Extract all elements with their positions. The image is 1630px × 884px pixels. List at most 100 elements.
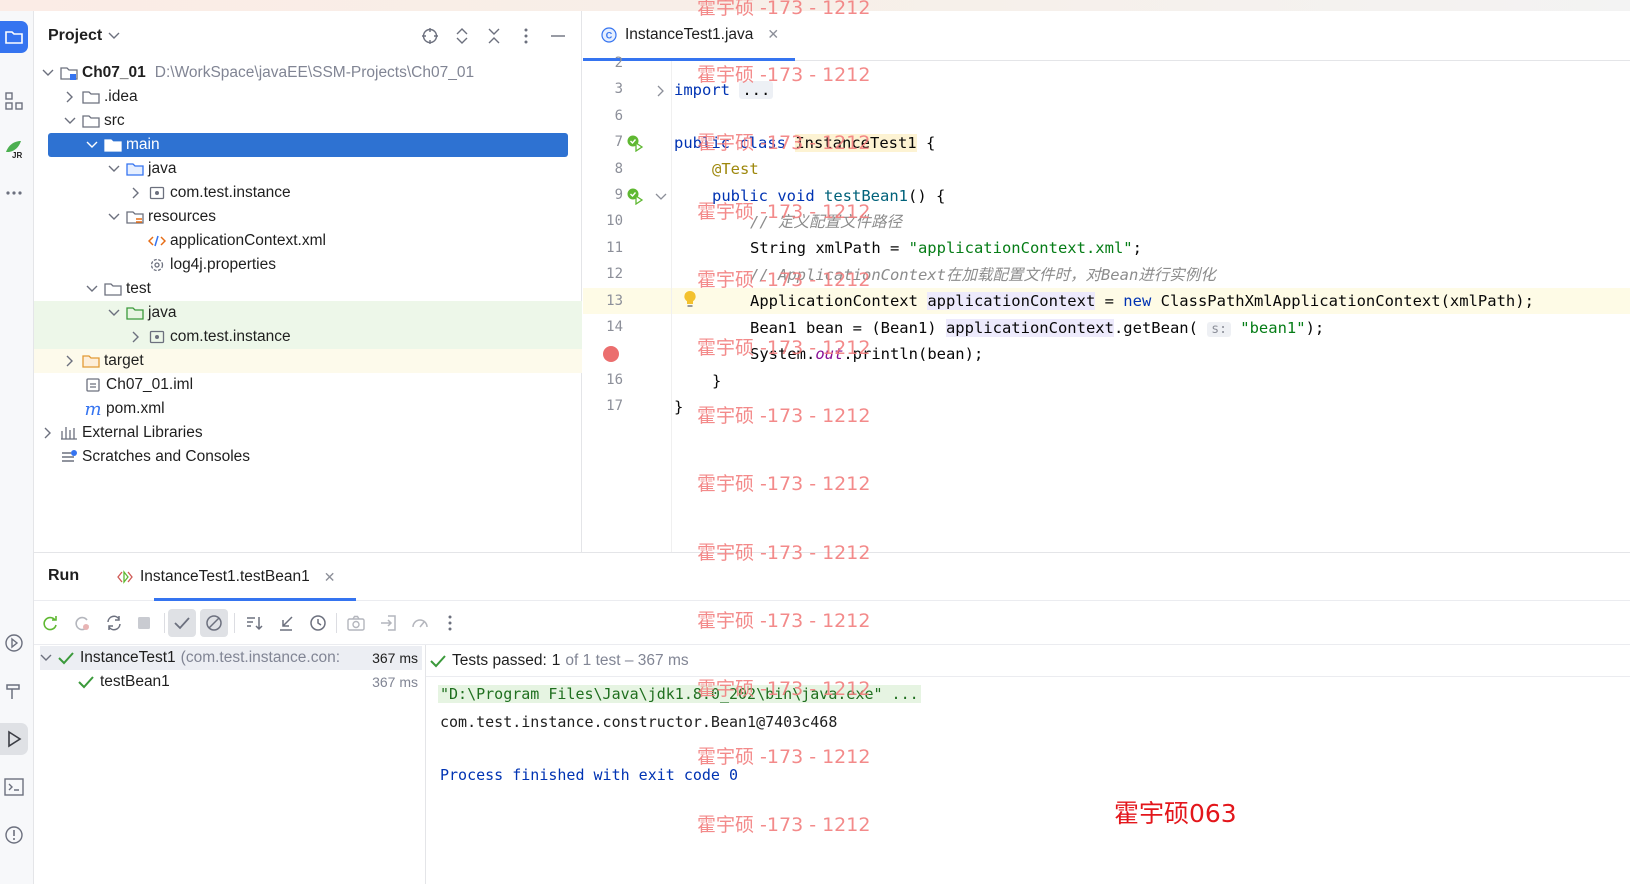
project-header-actions	[420, 26, 568, 46]
test-folder-icon	[126, 305, 144, 321]
chevron-right-icon[interactable]	[128, 329, 144, 345]
tab-instancetest1-java[interactable]: C InstanceTest1.java ✕	[583, 11, 795, 61]
chevron-down-icon[interactable]	[84, 137, 100, 153]
services-tool-button[interactable]	[0, 627, 28, 659]
history-icon[interactable]	[304, 609, 332, 637]
import-icon[interactable]	[374, 609, 402, 637]
hide-icon[interactable]	[548, 26, 568, 46]
tree-item-target[interactable]: target	[34, 349, 582, 373]
breakpoint-icon[interactable]	[602, 345, 620, 363]
tree-item-main[interactable]: main	[48, 133, 568, 157]
folder-icon	[104, 281, 122, 297]
code-text: }	[674, 398, 684, 416]
line-number: 14	[606, 319, 623, 335]
excluded-folder-icon	[82, 353, 100, 369]
more-tools-button[interactable]	[0, 177, 28, 209]
tree-label: resources	[148, 208, 217, 225]
stop-icon[interactable]	[130, 609, 158, 637]
toggle-auto-test-icon[interactable]	[100, 609, 128, 637]
problems-tool-button[interactable]	[0, 819, 28, 851]
test-row-method[interactable]: testBean1 367 ms	[40, 670, 422, 694]
more-icon[interactable]	[436, 609, 464, 637]
tree-item-resources[interactable]: resources	[34, 205, 582, 229]
terminal-tool-button[interactable]	[0, 771, 28, 803]
chevron-down-icon[interactable]	[62, 113, 78, 129]
code-text: );	[1305, 319, 1325, 337]
run-test-gutter-icon[interactable]	[626, 134, 644, 152]
project-title[interactable]: Project	[48, 27, 102, 45]
console-output[interactable]: Tests passed: 1 of 1 test – 367 ms "D:\P…	[426, 645, 1630, 884]
tree-item-pom[interactable]: m pom.xml	[34, 397, 582, 421]
run-tool-button[interactable]	[0, 723, 28, 755]
source-folder-icon	[126, 161, 144, 177]
line-number: 11	[606, 240, 623, 256]
jrebel-tool-button[interactable]: JR	[0, 133, 28, 165]
locate-icon[interactable]	[420, 26, 440, 46]
fold-chevron-icon[interactable]	[657, 85, 665, 97]
tree-item-iml[interactable]: Ch07_01.iml	[34, 373, 582, 397]
fold-chevron-icon[interactable]	[655, 193, 667, 201]
check-icon	[430, 654, 446, 667]
chevron-right-icon[interactable]	[40, 425, 56, 441]
code-text: ApplicationContext	[750, 292, 928, 310]
show-ignored-icon[interactable]	[200, 609, 228, 637]
tree-item-scratches[interactable]: Scratches and Consoles	[34, 445, 582, 469]
chevron-down-icon[interactable]	[106, 305, 122, 321]
expand-all-icon[interactable]	[452, 26, 472, 46]
method-name: testBean1	[824, 187, 908, 205]
chevron-right-icon[interactable]	[128, 185, 144, 201]
maven-icon: m	[84, 398, 102, 420]
rerun-failed-icon[interactable]	[68, 609, 96, 637]
tree-item-project-root[interactable]: Ch07_01 D:\WorkSpace\javaEE\SSM-Projects…	[34, 61, 582, 85]
code-area[interactable]: import ... public class InstanceTest1 { …	[671, 61, 1630, 552]
show-passed-icon[interactable]	[168, 609, 196, 637]
close-icon[interactable]: ✕	[324, 569, 336, 586]
chevron-down-icon[interactable]	[106, 161, 122, 177]
code-line-12: // ApplicationContext在加载配置文件时，对Bean进行实例化	[750, 262, 1216, 288]
package-icon	[148, 329, 166, 345]
tree-label: applicationContext.xml	[170, 232, 326, 249]
sort-icon[interactable]	[240, 609, 268, 637]
project-tool-button[interactable]	[0, 21, 28, 53]
tree-item-external-libraries[interactable]: External Libraries	[34, 421, 582, 445]
tree-item-test[interactable]: test	[34, 277, 582, 301]
chevron-down-icon[interactable]	[108, 32, 120, 40]
run-test-gutter-icon[interactable]	[626, 187, 644, 205]
chevron-down-icon[interactable]	[40, 65, 56, 81]
line-number: 12	[606, 266, 623, 282]
jrebel-icon: JR	[6, 141, 22, 160]
chevron-right-icon[interactable]	[62, 89, 78, 105]
keyword: new	[1123, 292, 1152, 310]
tree-item-test-package[interactable]: com.test.instance	[34, 325, 582, 349]
coverage-icon[interactable]	[406, 609, 434, 637]
chevron-down-icon[interactable]	[40, 654, 52, 662]
chevron-down-icon[interactable]	[84, 281, 100, 297]
tree-item-main-java[interactable]: java	[34, 157, 582, 181]
tree-label: .idea	[104, 88, 138, 105]
folded-imports[interactable]: ...	[739, 81, 774, 99]
build-tool-button[interactable]	[0, 675, 28, 707]
tree-item-applicationcontext-xml[interactable]: applicationContext.xml	[34, 229, 582, 253]
tree-item-src[interactable]: src	[34, 109, 582, 133]
tree-item-test-java[interactable]: java	[34, 301, 582, 325]
toolbar-separator	[336, 613, 337, 633]
tree-item-log4j-properties[interactable]: log4j.properties	[34, 253, 582, 277]
rerun-icon[interactable]	[36, 609, 64, 637]
tree-item-main-package[interactable]: com.test.instance	[34, 181, 582, 205]
code-line-11: String xmlPath = "applicationContext.xml…	[750, 235, 1142, 261]
collapse-all-icon[interactable]	[484, 26, 504, 46]
line-number: 16	[606, 372, 623, 388]
close-icon[interactable]: ✕	[767, 26, 779, 43]
code-line-9: public void testBean1() {	[712, 183, 945, 209]
test-row-class[interactable]: InstanceTest1 (com.test.instance.con: 36…	[40, 646, 422, 670]
code-line-13: ApplicationContext applicationContext = …	[750, 288, 1534, 314]
chevron-right-icon[interactable]	[62, 353, 78, 369]
options-icon[interactable]	[516, 26, 536, 46]
camera-icon[interactable]	[342, 609, 370, 637]
run-tab[interactable]: InstanceTest1.testBean1 ✕	[114, 553, 336, 601]
structure-tool-button[interactable]	[0, 85, 28, 117]
toolbar-separator	[164, 613, 165, 633]
tree-item-idea[interactable]: .idea	[34, 85, 582, 109]
chevron-down-icon[interactable]	[106, 209, 122, 225]
collapse-icon[interactable]	[272, 609, 300, 637]
